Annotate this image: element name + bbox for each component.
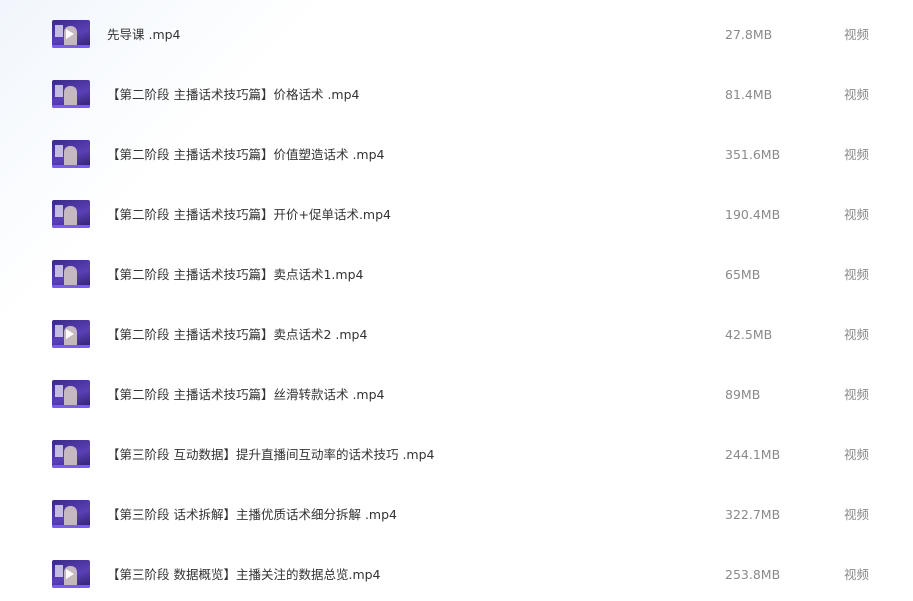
- video-thumbnail-icon: [52, 560, 90, 588]
- file-size: 351.6MB: [725, 147, 781, 162]
- video-thumbnail-icon: [52, 140, 90, 168]
- video-thumbnail-icon: [52, 200, 90, 228]
- file-type: 视频: [844, 27, 870, 42]
- file-row[interactable]: 【第三阶段 互动数据】提升直播间互动率的话术技巧 .mp4 244.1MB 视频: [0, 434, 913, 478]
- file-size: 244.1MB: [725, 447, 781, 462]
- video-thumbnail-icon: [52, 80, 90, 108]
- file-type: 视频: [844, 327, 870, 342]
- file-row[interactable]: 【第二阶段 主播话术技巧篇】价格话术 .mp4 81.4MB 视频: [0, 74, 913, 118]
- file-type: 视频: [844, 267, 870, 282]
- file-row[interactable]: 【第二阶段 主播话术技巧篇】卖点话术2 .mp4 42.5MB 视频: [0, 314, 913, 358]
- file-size: 322.7MB: [725, 507, 781, 522]
- file-name: 先导课 .mp4: [107, 27, 181, 42]
- file-type: 视频: [844, 87, 870, 102]
- file-list: 先导课 .mp4 27.8MB 视频 【第二阶段 主播话术技巧篇】价格话术 .m…: [0, 0, 913, 601]
- file-size: 89MB: [725, 387, 761, 402]
- file-name: 【第三阶段 话术拆解】主播优质话术细分拆解 .mp4: [107, 507, 397, 522]
- file-name: 【第二阶段 主播话术技巧篇】卖点话术2 .mp4: [107, 327, 368, 342]
- file-type: 视频: [844, 567, 870, 582]
- file-name: 【第三阶段 数据概览】主播关注的数据总览.mp4: [107, 567, 381, 582]
- video-thumbnail-icon: [52, 320, 90, 348]
- file-name: 【第二阶段 主播话术技巧篇】卖点话术1.mp4: [107, 267, 364, 282]
- file-row[interactable]: 【第三阶段 数据概览】主播关注的数据总览.mp4 253.8MB 视频: [0, 554, 913, 598]
- file-type: 视频: [844, 147, 870, 162]
- file-size: 81.4MB: [725, 87, 773, 102]
- file-type: 视频: [844, 387, 870, 402]
- file-name: 【第二阶段 主播话术技巧篇】价值塑造话术 .mp4: [107, 147, 385, 162]
- file-size: 253.8MB: [725, 567, 781, 582]
- video-thumbnail-icon: [52, 380, 90, 408]
- video-thumbnail-icon: [52, 20, 90, 48]
- video-thumbnail-icon: [52, 440, 90, 468]
- file-name: 【第二阶段 主播话术技巧篇】价格话术 .mp4: [107, 87, 360, 102]
- file-type: 视频: [844, 507, 870, 522]
- file-size: 42.5MB: [725, 327, 773, 342]
- video-thumbnail-icon: [52, 260, 90, 288]
- file-row[interactable]: 【第三阶段 话术拆解】主播优质话术细分拆解 .mp4 322.7MB 视频: [0, 494, 913, 538]
- file-size: 65MB: [725, 267, 761, 282]
- file-type: 视频: [844, 207, 870, 222]
- file-name: 【第三阶段 互动数据】提升直播间互动率的话术技巧 .mp4: [107, 447, 435, 462]
- file-size: 27.8MB: [725, 27, 773, 42]
- file-row[interactable]: 【第二阶段 主播话术技巧篇】丝滑转款话术 .mp4 89MB 视频: [0, 374, 913, 418]
- file-name: 【第二阶段 主播话术技巧篇】丝滑转款话术 .mp4: [107, 387, 385, 402]
- file-row[interactable]: 【第二阶段 主播话术技巧篇】卖点话术1.mp4 65MB 视频: [0, 254, 913, 298]
- file-row[interactable]: 【第二阶段 主播话术技巧篇】价值塑造话术 .mp4 351.6MB 视频: [0, 134, 913, 178]
- file-type: 视频: [844, 447, 870, 462]
- file-size: 190.4MB: [725, 207, 781, 222]
- video-thumbnail-icon: [52, 500, 90, 528]
- file-name: 【第二阶段 主播话术技巧篇】开价+促单话术.mp4: [107, 207, 391, 222]
- file-row[interactable]: 【第二阶段 主播话术技巧篇】开价+促单话术.mp4 190.4MB 视频: [0, 194, 913, 238]
- file-row[interactable]: 先导课 .mp4 27.8MB 视频: [0, 14, 913, 58]
